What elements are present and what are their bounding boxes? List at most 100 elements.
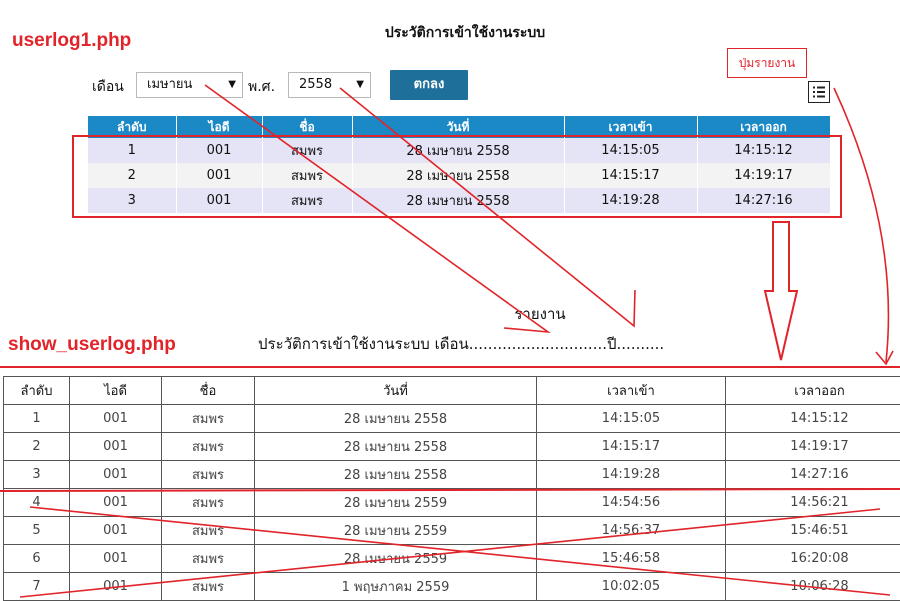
table-cell: 14:19:17 [697, 163, 830, 188]
table-cell: 14:15:05 [537, 405, 726, 433]
table-cell: สมพร [262, 138, 352, 163]
page-title: ประวัติการเข้าใช้งานระบบ [0, 22, 900, 44]
table-cell: 14:15:05 [564, 138, 697, 163]
table-cell: 2 [88, 163, 176, 188]
month-label: เดือน [92, 76, 124, 98]
year-select[interactable]: 2558 ▼ [288, 72, 371, 98]
table-cell: 001 [70, 489, 162, 517]
chevron-down-icon: ▼ [356, 73, 364, 97]
table-cell: 14:54:56 [537, 489, 726, 517]
table-cell: 28 เมษายน 2558 [255, 461, 537, 489]
table-row: 7 001 สมพร 1 พฤษภาคม 2559 10:02:05 10:06… [4, 573, 900, 601]
table-cell: 14:27:16 [697, 188, 830, 213]
table-cell: สมพร [262, 163, 352, 188]
column-header: วันที่ [352, 116, 564, 138]
table-cell: 1 [88, 138, 176, 163]
table-cell: 15:46:51 [726, 517, 900, 545]
table-cell: สมพร [162, 573, 255, 601]
table-cell: สมพร [162, 461, 255, 489]
table-cell: 28 เมษายน 2559 [255, 545, 537, 573]
table-cell: สมพร [162, 545, 255, 573]
table-cell: 28 เมษายน 2558 [352, 188, 564, 213]
table-cell: 6 [4, 545, 70, 573]
table-cell: 14:15:12 [726, 405, 900, 433]
table-cell: 28 เมษายน 2559 [255, 489, 537, 517]
column-header: วันที่ [255, 377, 537, 405]
table-cell: 28 เมษายน 2558 [352, 138, 564, 163]
table-row: 1 001 สมพร 28 เมษายน 2558 14:15:05 14:15… [4, 405, 900, 433]
table-cell: 2 [4, 433, 70, 461]
table-cell: 10:06:28 [726, 573, 900, 601]
table-row: 2 001 สมพร 28 เมษายน 2558 14:15:17 14:19… [88, 163, 830, 188]
table-cell: สมพร [162, 489, 255, 517]
table-cell: 14:27:16 [726, 461, 900, 489]
table-cell: 28 เมษายน 2559 [255, 517, 537, 545]
table-cell: 1 พฤษภาคม 2559 [255, 573, 537, 601]
column-header: ลำดับ [4, 377, 70, 405]
report-button[interactable] [808, 81, 830, 103]
table-row: 6 001 สมพร 28 เมษายน 2559 15:46:58 16:20… [4, 545, 900, 573]
table-cell: 14:19:28 [537, 461, 726, 489]
table-cell: สมพร [162, 433, 255, 461]
show-userlog-file-label: show_userlog.php [8, 334, 176, 356]
down-arrow [765, 222, 797, 360]
table-cell: 14:15:17 [564, 163, 697, 188]
column-header: เวลาออก [726, 377, 900, 405]
table-cell: 14:19:17 [726, 433, 900, 461]
table-cell: 14:15:17 [537, 433, 726, 461]
table-cell: สมพร [162, 517, 255, 545]
table-cell: 14:15:12 [697, 138, 830, 163]
table-cell: 001 [176, 138, 262, 163]
column-header: ไอดี [70, 377, 162, 405]
table-cell: 001 [70, 461, 162, 489]
table-cell: 14:56:21 [726, 489, 900, 517]
table-cell: 14:56:37 [537, 517, 726, 545]
month-select-value: เมษายน [147, 77, 192, 92]
column-header: ไอดี [176, 116, 262, 138]
table-cell: 001 [176, 188, 262, 213]
table-cell: 28 เมษายน 2558 [255, 405, 537, 433]
table-cell: 3 [4, 461, 70, 489]
table-cell: 7 [4, 573, 70, 601]
table-row: 4 001 สมพร 28 เมษายน 2559 14:54:56 14:56… [4, 489, 900, 517]
report-subheading: ประวัติการเข้าใช้งานระบบ เดือน..........… [258, 332, 664, 356]
table-row: 1 001 สมพร 28 เมษายน 2558 14:15:05 14:15… [88, 138, 830, 163]
table-cell: 3 [88, 188, 176, 213]
table-cell: 28 เมษายน 2558 [352, 163, 564, 188]
column-header: ชื่อ [262, 116, 352, 138]
table-cell: 001 [70, 545, 162, 573]
table-cell: สมพร [162, 405, 255, 433]
table-cell: สมพร [262, 188, 352, 213]
list-icon [809, 82, 829, 102]
table-row: 3 001 สมพร 28 เมษายน 2558 14:19:28 14:27… [88, 188, 830, 213]
table-row: 5 001 สมพร 28 เมษายน 2559 14:56:37 15:46… [4, 517, 900, 545]
column-header: เวลาเข้า [564, 116, 697, 138]
userlog-table: ลำดับ ไอดี ชื่อ วันที่ เวลาเข้า เวลาออก … [88, 116, 831, 213]
table-cell: 14:19:28 [564, 188, 697, 213]
table-cell: 28 เมษายน 2558 [255, 433, 537, 461]
table-cell: 001 [70, 433, 162, 461]
table-cell: 001 [70, 517, 162, 545]
year-select-value: 2558 [299, 77, 332, 92]
table-cell: 5 [4, 517, 70, 545]
report-heading: รายงาน [0, 302, 900, 326]
table-row: 2 001 สมพร 28 เมษายน 2558 14:15:17 14:19… [4, 433, 900, 461]
table-cell: 16:20:08 [726, 545, 900, 573]
table-header-row: ลำดับ ไอดี ชื่อ วันที่ เวลาเข้า เวลาออก [4, 377, 900, 405]
table-header-row: ลำดับ ไอดี ชื่อ วันที่ เวลาเข้า เวลาออก [88, 116, 830, 138]
report-button-callout: ปุ่มรายงาน [727, 48, 807, 78]
month-select[interactable]: เมษายน ▼ [136, 72, 243, 98]
table-cell: 10:02:05 [537, 573, 726, 601]
table-cell: 1 [4, 405, 70, 433]
column-header: ลำดับ [88, 116, 176, 138]
table-cell: 001 [70, 405, 162, 433]
chevron-down-icon: ▼ [228, 73, 236, 97]
table-row: 3 001 สมพร 28 เมษายน 2558 14:19:28 14:27… [4, 461, 900, 489]
show-userlog-table: ลำดับ ไอดี ชื่อ วันที่ เวลาเข้า เวลาออก … [3, 376, 900, 601]
year-label: พ.ศ. [248, 76, 275, 98]
column-header: เวลาออก [697, 116, 830, 138]
table-cell: 4 [4, 489, 70, 517]
table-cell: 001 [70, 573, 162, 601]
column-header: เวลาเข้า [537, 377, 726, 405]
submit-button[interactable]: ตกลง [390, 70, 468, 100]
